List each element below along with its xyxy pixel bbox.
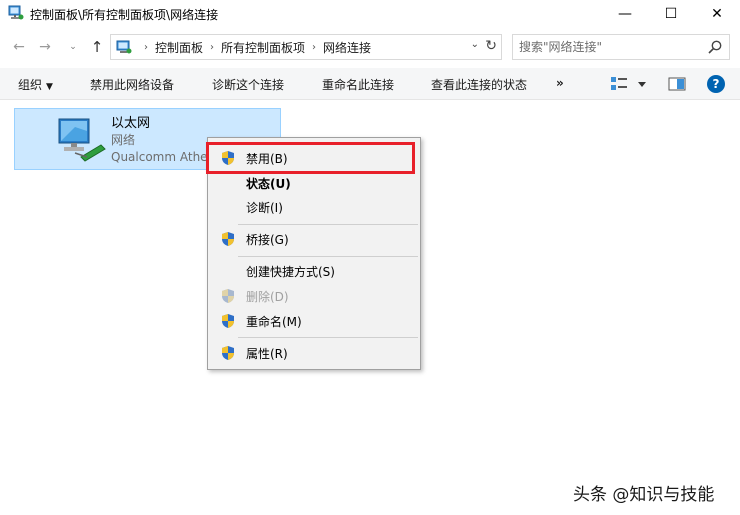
network-connections-icon	[8, 5, 24, 20]
organize-menu[interactable]: 组织 ▼	[18, 76, 53, 93]
connection-network: 网络	[111, 133, 136, 147]
breadcrumb-separator[interactable]: ›	[210, 42, 214, 53]
search-input[interactable]	[519, 39, 699, 55]
organize-label: 组织	[18, 78, 43, 92]
menu-item-create-shortcut[interactable]: 创建快捷方式(S)	[210, 260, 418, 282]
menu-separator	[238, 337, 418, 338]
change-view-icon[interactable]	[610, 76, 650, 92]
command-bar: 组织 ▼ 禁用此网络设备 诊断这个连接 重命名此连接 查看此连接的状态 » ?	[0, 68, 740, 100]
menu-item-label: 属性(R)	[246, 347, 288, 361]
watermark-text: 头条 @知识与技能	[573, 485, 715, 505]
breadcrumb: › 控制面板 › 所有控制面板项 › 网络连接	[137, 39, 371, 56]
shield-icon	[222, 314, 234, 328]
menu-item-label: 桥接(G)	[246, 233, 289, 247]
shield-icon	[222, 346, 234, 360]
breadcrumb-separator: ›	[144, 42, 148, 53]
control-panel-icon	[116, 40, 132, 54]
menu-item-label: 创建快捷方式(S)	[246, 265, 335, 279]
connection-device: Qualcomm Atheros	[111, 150, 221, 164]
preview-pane-icon[interactable]	[668, 76, 686, 92]
menu-item-label: 删除(D)	[246, 290, 289, 304]
caret-down-icon: ▼	[46, 82, 53, 92]
search-icon[interactable]	[707, 39, 723, 55]
menu-item-rename[interactable]: 重命名(M)	[210, 310, 418, 332]
menu-separator	[238, 224, 418, 225]
menu-item-properties[interactable]: 属性(R)	[210, 342, 418, 364]
menu-item-bridge[interactable]: 桥接(G)	[210, 228, 418, 250]
menu-separator	[238, 256, 418, 257]
breadcrumb-separator[interactable]: ›	[312, 42, 316, 53]
back-button[interactable]: ←	[8, 37, 30, 57]
view-status-button[interactable]: 查看此连接的状态	[431, 76, 527, 93]
menu-item-diagnose[interactable]: 诊断(I)	[210, 196, 418, 218]
annotation-highlight-box	[206, 142, 415, 174]
connection-name: 以太网	[111, 116, 151, 131]
shield-icon	[222, 232, 234, 246]
menu-item-status[interactable]: 状态(U)	[210, 172, 418, 194]
menu-item-label: 重命名(M)	[246, 315, 302, 329]
recent-locations-button[interactable]: ⌄	[62, 37, 84, 57]
chevron-down-icon[interactable]: ⌄	[471, 39, 479, 50]
ethernet-adapter-icon	[58, 118, 106, 162]
disable-device-button[interactable]: 禁用此网络设备	[90, 76, 174, 93]
breadcrumb-network-connections[interactable]: 网络连接	[323, 39, 371, 56]
maximize-button[interactable]: ☐	[648, 0, 694, 28]
breadcrumb-all-items[interactable]: 所有控制面板项	[221, 39, 305, 56]
minimize-button[interactable]: —	[602, 0, 648, 28]
title-bar: 控制面板\所有控制面板项\网络连接 — ☐ ✕	[0, 0, 740, 28]
breadcrumb-control-panel[interactable]: 控制面板	[155, 39, 203, 56]
address-bar[interactable]: › 控制面板 › 所有控制面板项 › 网络连接 ⌄ ↻	[110, 34, 502, 60]
menu-item-delete: 删除(D)	[210, 285, 418, 307]
menu-item-label: 状态(U)	[246, 177, 291, 191]
help-button[interactable]: ?	[707, 75, 725, 93]
refresh-icon[interactable]: ↻	[485, 38, 497, 54]
rename-button[interactable]: 重命名此连接	[322, 76, 394, 93]
address-row: ← → ⌄ ↑ › 控制面板 › 所有控制面板项 › 网络连接 ⌄ ↻	[0, 34, 740, 60]
forward-button[interactable]: →	[34, 37, 56, 57]
shield-icon	[222, 289, 234, 303]
search-box	[512, 34, 730, 60]
up-button[interactable]: ↑	[86, 37, 108, 57]
diagnose-button[interactable]: 诊断这个连接	[212, 76, 284, 93]
menu-item-label: 诊断(I)	[246, 201, 283, 215]
window-title: 控制面板\所有控制面板项\网络连接	[30, 8, 219, 22]
close-button[interactable]: ✕	[694, 0, 740, 28]
more-commands-button[interactable]: »	[556, 76, 564, 90]
